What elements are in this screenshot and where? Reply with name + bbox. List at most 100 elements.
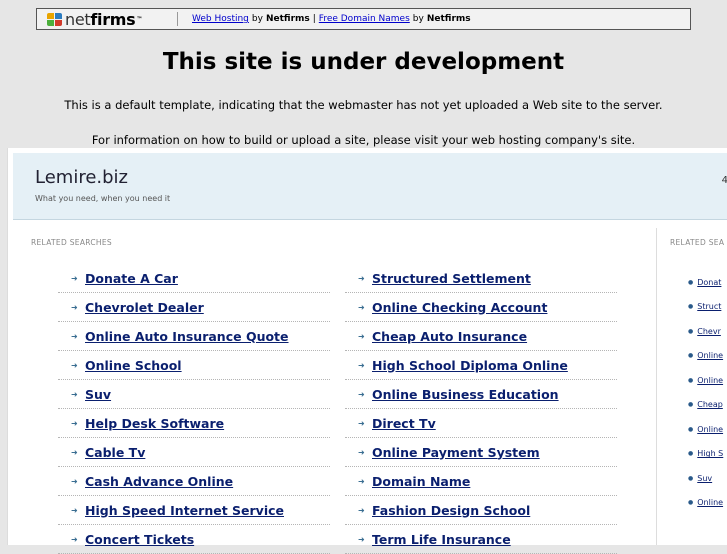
sidebar-link[interactable]: Cheap (697, 400, 723, 409)
search-link[interactable]: Structured Settlement (372, 271, 531, 286)
list-item[interactable]: ➜ Chevrolet Dealer (58, 293, 330, 322)
arrow-right-icon: ➜ (358, 505, 365, 515)
list-item[interactable]: ➜ Donate A Car (58, 264, 330, 293)
arrow-right-icon: ➜ (358, 418, 365, 428)
bullet-icon: ● (688, 425, 694, 433)
arrow-right-icon: ➜ (358, 447, 365, 457)
arrow-right-icon: ➜ (358, 389, 365, 399)
list-item[interactable]: ➜ Domain Name (345, 467, 617, 496)
arrow-right-icon: ➜ (71, 447, 78, 457)
list-item[interactable]: ➜ High Speed Internet Service (58, 496, 330, 525)
list-item[interactable]: ● Online (688, 368, 727, 393)
list-item[interactable]: ● Online (688, 491, 727, 516)
logo-firms-text: firms (90, 9, 136, 29)
search-link[interactable]: Online Business Education (372, 387, 559, 402)
bullet-icon: ● (688, 499, 694, 507)
arrow-right-icon: ➜ (71, 534, 78, 544)
search-link[interactable]: Concert Tickets (85, 532, 194, 547)
sidebar-link[interactable]: Online (697, 425, 723, 434)
list-item[interactable]: ➜ Online Auto Insurance Quote (58, 322, 330, 351)
arrow-right-icon: ➜ (358, 331, 365, 341)
list-item[interactable]: ➜ Fashion Design School (345, 496, 617, 525)
search-link[interactable]: Chevrolet Dealer (85, 300, 204, 315)
search-link[interactable]: Fashion Design School (372, 503, 530, 518)
arrow-right-icon: ➜ (71, 476, 78, 486)
arrow-right-icon: ➜ (71, 389, 78, 399)
list-item[interactable]: ➜ High School Diploma Online (345, 351, 617, 380)
link-separator: | (312, 14, 316, 24)
list-item[interactable]: ➜ Online School (58, 351, 330, 380)
search-link[interactable]: Domain Name (372, 474, 470, 489)
list-item[interactable]: ● Donat (688, 270, 727, 295)
list-item[interactable]: ● Cheap (688, 393, 727, 418)
list-item[interactable]: ● Online (688, 344, 727, 369)
search-link[interactable]: Online Auto Insurance Quote (85, 329, 289, 344)
netfirms-banner: net firms ™ Web Hosting by Netfirms | Free… (36, 8, 691, 30)
search-link[interactable]: Cash Advance Online (85, 474, 233, 489)
logo-net-text: net (65, 9, 91, 29)
sidebar-link[interactable]: Online (697, 351, 723, 360)
list-item[interactable]: ➜ Online Payment System (345, 438, 617, 467)
arrow-right-icon: ➜ (358, 476, 365, 486)
column-divider (656, 228, 657, 545)
list-item[interactable]: ➜ Online Checking Account (345, 293, 617, 322)
search-link[interactable]: Online Payment System (372, 445, 540, 460)
list-item[interactable]: ● Chevr (688, 319, 727, 344)
arrow-right-icon: ➜ (71, 418, 78, 428)
list-item[interactable]: ➜ Term Life Insurance (345, 525, 617, 554)
page-title: This site is under development (162, 49, 565, 75)
arrow-right-icon: ➜ (71, 273, 78, 283)
list-item[interactable]: ➜ Cheap Auto Insurance (345, 322, 617, 351)
banner-links: Web Hosting by Netfirms | Free Domain Na… (192, 14, 471, 24)
list-item[interactable]: ➜ Cash Advance Online (58, 467, 330, 496)
list-item[interactable]: ● Suv (688, 466, 727, 491)
by-text: by (251, 14, 263, 24)
search-link[interactable]: Cable Tv (85, 445, 145, 460)
related-searches-right: ➜ Structured Settlement ➜ Online Checking … (345, 264, 617, 554)
list-item[interactable]: ➜ Concert Tickets (58, 525, 330, 554)
search-link[interactable]: Term Life Insurance (372, 532, 511, 547)
web-hosting-link[interactable]: Web Hosting (192, 14, 249, 24)
search-link[interactable]: Cheap Auto Insurance (372, 329, 527, 344)
list-item[interactable]: ➜ Direct Tv (345, 409, 617, 438)
sidebar-link[interactable]: Donat (697, 278, 721, 287)
sidebar-link[interactable]: High S (697, 449, 723, 458)
arrow-right-icon: ➜ (71, 331, 78, 341)
list-item[interactable]: ➜ Structured Settlement (345, 264, 617, 293)
bullet-icon: ● (688, 303, 694, 311)
list-item[interactable]: ➜ Help Desk Software (58, 409, 330, 438)
sidebar-link[interactable]: Chevr (697, 327, 721, 336)
search-link[interactable]: Suv (85, 387, 111, 402)
list-item[interactable]: ● Online (688, 417, 727, 442)
search-link[interactable]: Online Checking Account (372, 300, 547, 315)
search-link[interactable]: Direct Tv (372, 416, 436, 431)
list-item[interactable]: ➜ Cable Tv (58, 438, 330, 467)
list-item[interactable]: ➜ Online Business Education (345, 380, 617, 409)
netfirms-brand-text: Netfirms (426, 14, 471, 24)
bullet-icon: ● (688, 474, 694, 482)
list-item[interactable]: ● Struct (688, 295, 727, 320)
by-text: by (412, 14, 424, 24)
bullet-icon: ● (688, 327, 694, 335)
search-link[interactable]: High School Diploma Online (372, 358, 568, 373)
search-link[interactable]: High Speed Internet Service (85, 503, 284, 518)
site-tagline: What you need, when you need it (35, 194, 171, 203)
sidebar-link[interactable]: Struct (697, 302, 721, 311)
notice-text: This is a default template, indicating t… (64, 98, 663, 112)
search-link[interactable]: Online School (85, 358, 182, 373)
free-domain-names-link[interactable]: Free Domain Names (319, 14, 410, 24)
bullet-icon: ● (688, 450, 694, 458)
search-link[interactable]: Donate A Car (85, 271, 178, 286)
search-link[interactable]: Help Desk Software (85, 416, 224, 431)
list-item[interactable]: ● High S (688, 442, 727, 467)
bullet-icon: ● (688, 352, 694, 360)
netfirms-logo-icon (47, 12, 62, 26)
netfirms-logo[interactable]: net firms ™ (37, 10, 177, 29)
sidebar-link[interactable]: Online (697, 498, 723, 507)
sidebar-link[interactable]: Suv (697, 474, 712, 483)
bullet-icon: ● (688, 278, 694, 286)
header-cutoff-text: 4 (721, 175, 727, 186)
sidebar-link[interactable]: Online (697, 376, 723, 385)
sidebar-related-list: ● Donat ● Struct ● Chevr ● Online ● Online ● C… (688, 270, 727, 515)
list-item[interactable]: ➜ Suv (58, 380, 330, 409)
